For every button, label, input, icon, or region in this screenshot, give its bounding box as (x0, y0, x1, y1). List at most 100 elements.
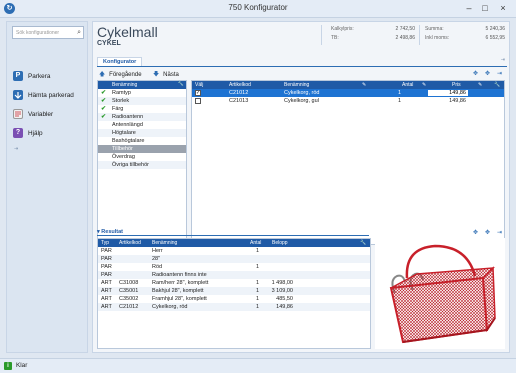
header-divider (419, 25, 420, 45)
minimize-button[interactable]: – (462, 2, 476, 15)
pin-icon[interactable]: ⇥ (497, 229, 502, 236)
col-antal[interactable]: Antal (250, 240, 261, 246)
expand-icon[interactable]: ✥ (473, 229, 478, 236)
tab-underline (97, 66, 507, 67)
row-checkbox[interactable] (195, 98, 201, 104)
tree-item[interactable]: Högtalare (98, 129, 186, 137)
page-subtitle: CYKEL (97, 40, 121, 47)
summa-label: Summa: (425, 26, 444, 32)
table-row[interactable]: PAR 28" (98, 255, 370, 263)
header-divider (321, 25, 322, 45)
inkl-moms-label: Inkl moms: (425, 35, 450, 41)
tree-item[interactable]: ✔ Ramtyp (98, 89, 186, 97)
table-row[interactable]: ART C21012 Cykelkorg, röd 1 149,86 (98, 303, 370, 311)
park-icon: P (13, 71, 23, 81)
previous-label: Föregående (109, 72, 142, 78)
col-benamning[interactable]: Benämning (152, 240, 177, 246)
status-bar: i Klar (0, 358, 516, 373)
table-row[interactable]: ART C35002 Framhjul 28", komplett 1 485,50 (98, 295, 370, 303)
title-bar: ↻ 750 Konfigurator – □ × (0, 0, 516, 18)
table-row[interactable]: PAR Radioantenn finns inte (98, 271, 370, 279)
result-grid: Typ Artikelkod Benämning Antal Belopp 🔧 … (97, 238, 371, 349)
product-image (375, 238, 505, 349)
retrieve-icon (13, 90, 23, 100)
col-benamning[interactable]: Benämning (284, 82, 309, 88)
col-valj[interactable]: Välj (195, 82, 203, 88)
table-row[interactable]: PAR Herr 1 (98, 247, 370, 255)
tree-item[interactable]: Antennlängd (98, 121, 186, 129)
sidebar-item-variabler[interactable]: Variabler (13, 107, 87, 121)
settings-icon[interactable]: 🔧 (178, 81, 184, 87)
sidebar-item-label: Parkera (28, 72, 51, 80)
close-button[interactable]: × (496, 2, 510, 15)
col-artikelkod[interactable]: Artikelkod (229, 82, 251, 88)
status-text: Klar (16, 362, 28, 369)
col-belopp[interactable]: Belopp (272, 240, 288, 246)
col-typ[interactable]: Typ (101, 240, 109, 246)
summa-value: 5 240,36 (485, 26, 505, 32)
info-icon: i (4, 362, 12, 370)
table-row[interactable]: C21013 Cykelkorg, gul 1 149,86 (192, 97, 504, 105)
tb-value: 2 498,86 (395, 35, 415, 41)
pin-icon[interactable]: ⇥ (497, 70, 502, 77)
row-checkbox[interactable]: ✓ (195, 90, 201, 96)
expand-icon[interactable]: ✥ (473, 70, 478, 77)
next-label: Nästa (163, 72, 179, 78)
tree-item-selected[interactable]: Tillbehör (98, 145, 186, 153)
settings-icon[interactable]: 🔧 (494, 82, 500, 88)
tb-label: TB: (331, 35, 339, 41)
col-artikelkod[interactable]: Artikelkod (119, 240, 141, 246)
table-row[interactable]: ART C35001 Bakhjul 28", komplett 1 3 109,00 (98, 287, 370, 295)
search-placeholder: Sök konfigurationer (16, 30, 60, 36)
sidebar-item-label: Hämta parkerad (28, 91, 74, 99)
previous-button[interactable]: 🡅 Föregående (99, 70, 142, 80)
check-icon: ✔ (101, 90, 107, 96)
options-grid: Välj Artikelkod Benämning ✎ Antal ✎ Pris… (191, 80, 505, 245)
page-title: Cykelmall (97, 24, 158, 40)
check-icon: ✔ (101, 114, 107, 120)
sidebar: Sök konfigurationer ⌕ P Parkera Hämta pa… (6, 21, 88, 353)
edit-icon[interactable]: ✎ (362, 82, 366, 88)
tree-item[interactable]: Överdrag (98, 153, 186, 161)
price-cell[interactable]: 149,86 (428, 90, 468, 96)
sidebar-item-hjalp[interactable]: ? Hjälp (13, 126, 87, 140)
settings-icon[interactable]: 🔧 (360, 240, 366, 246)
variables-icon (13, 109, 23, 119)
arrow-up-icon: 🡅 (99, 72, 106, 78)
kalkylpris-value: 2 742,50 (395, 26, 415, 32)
maximize-button[interactable]: □ (478, 2, 492, 15)
search-icon: ⌕ (77, 29, 81, 36)
arrow-down-icon: 🡇 (153, 72, 160, 78)
tree-item[interactable]: Bashögtalare (98, 137, 186, 145)
tree-header: Benämning 🔧 (98, 81, 186, 89)
configuration-tree: Benämning 🔧 ✔ Ramtyp ✔ Storlek ✔ Färg ✔ Radi… (97, 80, 187, 245)
move-icon[interactable]: ✥ (485, 70, 490, 77)
next-button[interactable]: 🡇 Nästa (153, 70, 179, 80)
result-grid-header: Typ Artikelkod Benämning Antal Belopp 🔧 (98, 239, 370, 247)
tree-header-label: Benämning (112, 82, 138, 88)
main-panel: Cykelmall CYKEL Kalkylpris: 2 742,50 TB:… (92, 21, 510, 353)
table-row[interactable]: ART C31008 Ram/herr 28", komplett 1 1 498,00 (98, 279, 370, 287)
kalkylpris-label: Kalkylpris: (331, 26, 354, 32)
sidebar-item-hamta-parkerad[interactable]: Hämta parkerad (13, 88, 87, 102)
col-pris[interactable]: Pris (452, 82, 461, 88)
table-row[interactable]: PAR Röd 1 (98, 263, 370, 271)
edit-icon[interactable]: ✎ (478, 82, 482, 88)
bike-basket-icon (389, 244, 496, 344)
inkl-moms-value: 6 552,95 (485, 35, 505, 41)
sidebar-item-parkera[interactable]: P Parkera (13, 69, 87, 83)
edit-icon[interactable]: ✎ (422, 82, 426, 88)
options-grid-header: Välj Artikelkod Benämning ✎ Antal ✎ Pris… (192, 81, 504, 89)
table-row[interactable]: ✓ C21012 Cykelkorg, röd 1 149,86 (192, 89, 504, 97)
move-icon[interactable]: ✥ (485, 229, 490, 236)
result-underline (97, 235, 369, 236)
tree-item[interactable]: ✔ Storlek (98, 97, 186, 105)
tree-item[interactable]: Övriga tillbehör (98, 161, 186, 169)
search-input[interactable]: Sök konfigurationer ⌕ (12, 26, 84, 39)
tree-item[interactable]: ✔ Färg (98, 105, 186, 113)
pin-icon[interactable]: ⇥ (14, 146, 18, 152)
pin-icon[interactable]: ⇥ (501, 57, 505, 63)
col-antal[interactable]: Antal (402, 82, 413, 88)
tree-item[interactable]: ✔ Radioantenn (98, 113, 186, 121)
window-title: 750 Konfigurator (228, 3, 288, 12)
